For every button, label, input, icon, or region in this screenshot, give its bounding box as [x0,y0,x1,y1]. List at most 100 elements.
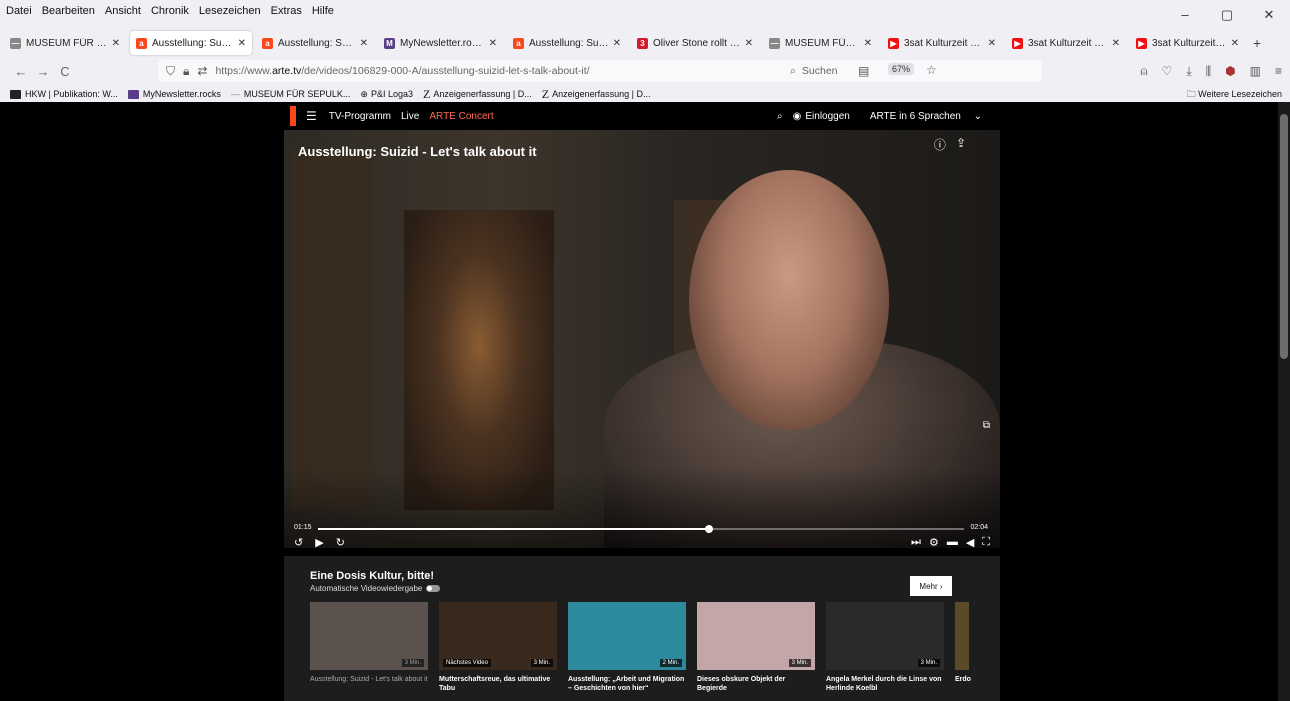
close-tab-icon[interactable]: ✕ [360,38,368,49]
card-title[interactable]: Ausstellung: „Arbeit und Migration – Ges… [568,675,686,693]
reload-button[interactable]: C [54,64,76,79]
user-icon[interactable]: ◉ [793,111,802,122]
fullscreen-icon[interactable]: ⛶ [982,536,990,548]
tab[interactable]: a Ausstellung: Suizid - Let ✕ [256,31,374,55]
card-thumbnail[interactable]: Nächstes Video 3 Min. [439,602,557,670]
bookmark-hkw[interactable]: HKW | Publikation: W... [10,89,118,99]
card-thumbnail[interactable]: 3 Min. [310,602,428,670]
back-button[interactable]: ← [10,64,32,79]
progress-handle[interactable] [704,525,713,533]
rewind-icon[interactable]: ↺ [294,536,303,548]
autoplay-toggle[interactable] [426,585,441,592]
nav-tv-programm[interactable]: TV-Programm [329,111,391,122]
video-card[interactable]: 3 Min. Ausstellung: Suizid - Let's talk a… [310,602,428,684]
card-title[interactable]: Angela Merkel durch die Linse von Herlin… [826,675,944,693]
card-thumbnail[interactable]: 2 Min. [568,602,686,670]
bookmark-mynewsletter[interactable]: MyNewsletter.rocks [127,89,221,99]
close-tab-icon[interactable]: ✕ [238,38,246,49]
extension-icon[interactable]: ⬢ [1225,64,1235,78]
card-title[interactable]: Ausstellung: Suizid - Let's talk about i… [310,675,428,684]
close-tab-icon[interactable]: ✕ [112,38,120,49]
close-window-button[interactable]: ✕ [1248,0,1290,30]
menu-datei[interactable]: Datei [6,5,32,17]
card-thumbnail[interactable] [955,602,969,670]
close-tab-icon[interactable]: ✕ [745,38,753,49]
close-tab-icon[interactable]: ✕ [613,38,621,49]
close-tab-icon[interactable]: ✕ [864,38,872,49]
sidebar-icon[interactable]: ▥ [1250,64,1261,78]
close-tab-icon[interactable]: ✕ [1231,38,1239,49]
pocket-icon[interactable]: ♡ [1162,64,1173,78]
card-title[interactable]: Mutterschaftsreue, das ultimative Tabu [439,675,557,693]
card-title[interactable]: Dieses obskure Objekt der Begierde [697,675,815,693]
video-card[interactable]: 3 Min. Angela Merkel durch die Linse von … [826,602,944,693]
tab[interactable]: ▶ 3sat Kulturzeit SUIZID, 2 ✕ [882,31,1002,55]
page-scrollbar[interactable] [1278,102,1290,701]
tab[interactable]: M MyNewsletter.rocks ✕ [378,31,503,55]
subtitles-icon[interactable]: ▬ [947,536,958,548]
language-selector[interactable]: ARTE in 6 Sprachen ⌄ [860,111,982,122]
library-icon[interactable]: ⫼ [1206,64,1212,79]
picture-in-picture-icon[interactable]: ⧉ [983,420,990,431]
other-bookmarks[interactable]: 🗀︎ Weitere Lesezeichen [1187,87,1282,103]
close-tab-icon[interactable]: ✕ [1112,38,1120,49]
bookmark-anzeigen-1[interactable]: Z Anzeigenerfassung | D... [423,87,532,102]
video-card[interactable]: Nächstes Video 3 Min. Mutterschaftsreue, d… [439,602,557,693]
bookmark-museum[interactable]: — MUSEUM FÜR SEPULK... [231,89,351,99]
card-title[interactable]: Erdo [955,675,971,684]
card-thumbnail[interactable]: 3 Min. [826,602,944,670]
minimize-button[interactable]: – [1164,0,1206,30]
bookmark-pi-loga[interactable]: ⊕ P&I Loga3 [360,89,413,100]
new-tab-button[interactable]: + [1253,35,1261,51]
next-video-icon[interactable]: ⏭ [911,536,921,548]
tab[interactable]: 3 Oliver Stone rollt den Fal ✕ [631,31,759,55]
menu-chronik[interactable]: Chronik [151,5,189,17]
play-icon[interactable]: ▶ [315,536,323,548]
url-text[interactable]: https://www.arte.tv/de/videos/106829-000… [215,65,589,77]
card-thumbnail[interactable]: 3 Min. [697,602,815,670]
forward-icon[interactable]: ↻ [336,536,345,548]
video-card[interactable]: 2 Min. Ausstellung: „Arbeit und Migration… [568,602,686,693]
close-tab-icon[interactable]: ✕ [988,38,996,49]
video-player[interactable]: Ausstellung: Suizid - Let's talk about i… [284,130,1000,548]
tab[interactable]: ▶ 3sat Kulturzeit SUIZID, 2 ✕ [1130,31,1245,55]
arte-logo[interactable] [290,106,296,126]
hamburger-icon[interactable]: ☰ [306,109,317,123]
menu-lesezeichen[interactable]: Lesezeichen [199,5,261,17]
search-input[interactable]: Suchen [802,65,838,77]
bookmark-anzeigen-2[interactable]: Z Anzeigenerfassung | D... [542,87,651,102]
forward-button[interactable]: → [32,64,54,79]
login-link[interactable]: Einloggen [805,111,849,122]
nav-arte-concert[interactable]: ARTE Concert [429,111,493,122]
menu-extras[interactable]: Extras [271,5,302,17]
search-icon[interactable]: ⌕ [777,111,783,122]
maximize-button[interactable]: ▢ [1206,0,1248,30]
progress-bar[interactable] [318,525,964,533]
downloads-icon[interactable]: ⤓ [1186,64,1191,79]
more-button[interactable]: Mehr › [910,576,952,596]
info-icon[interactable]: ⓘ [934,136,946,153]
shield-icon[interactable]: ⛉ [166,64,175,79]
permissions-icon[interactable]: ⇄ [197,64,207,78]
tab[interactable]: ▶ 3sat Kulturzeit SUIZID, 2 ✕ [1006,31,1126,55]
tab[interactable]: — MUSEUM FÜR SEPULKRA ✕ [4,31,126,55]
menu-bearbeiten[interactable]: Bearbeiten [42,5,95,17]
search-box[interactable]: ⌕ Suchen [790,60,1040,82]
menu-icon[interactable]: ≡ [1275,64,1282,78]
scrollbar-thumb[interactable] [1280,114,1288,359]
nav-bar: ← → C ⛉ 🔒︎ ⇄ https://www.arte.tv/de/vide… [0,56,1290,86]
tab[interactable]: — MUSEUM FÜR SEPULKRA ✕ [763,31,878,55]
close-tab-icon[interactable]: ✕ [489,38,497,49]
volume-icon[interactable]: ◀ [966,536,974,548]
video-card[interactable]: Erdo [955,602,971,684]
menu-ansicht[interactable]: Ansicht [105,5,141,17]
tab[interactable]: a Ausstellung: Suizid - Let ✕ [130,31,252,55]
settings-icon[interactable]: ⚙ [929,536,939,548]
lock-icon[interactable]: 🔒︎ [183,64,189,79]
menu-hilfe[interactable]: Hilfe [312,5,334,17]
tab[interactable]: a Ausstellung: Suizid - Let ✕ [507,31,627,55]
nav-live[interactable]: Live [401,111,419,122]
share-icon[interactable]: ⇪ [956,136,966,153]
account-icon[interactable]: ⍝ [1140,64,1147,79]
video-card[interactable]: 3 Min. Dieses obskure Objekt der Begierde [697,602,815,693]
